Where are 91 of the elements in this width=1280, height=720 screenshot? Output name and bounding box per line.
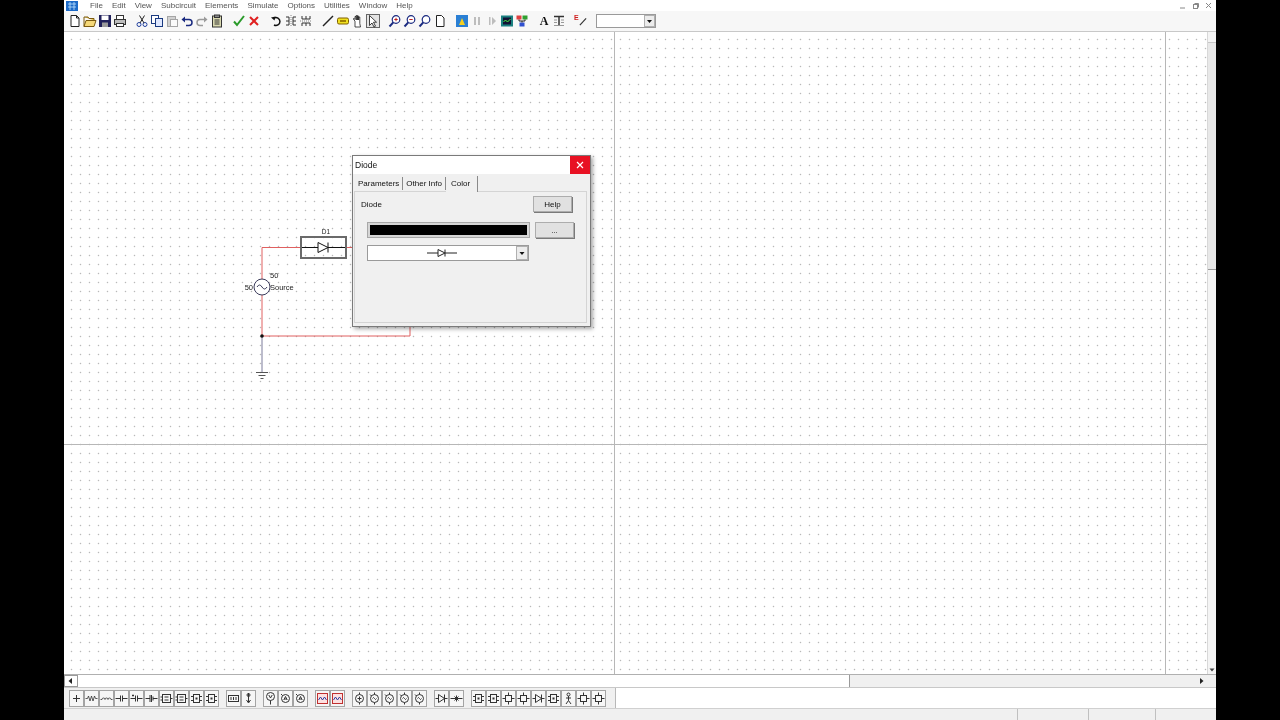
voltmeter-icon[interactable] <box>263 689 278 707</box>
junction-dot <box>260 334 264 338</box>
flip-horizontal-icon[interactable] <box>284 14 298 28</box>
vertical-scrollbar[interactable] <box>1207 32 1216 674</box>
pin-block-icon[interactable] <box>591 689 606 707</box>
text-tool-button[interactable]: A <box>537 14 551 28</box>
resistor-icon[interactable] <box>84 689 99 707</box>
copy-icon[interactable] <box>150 14 164 28</box>
close-icon[interactable] <box>1205 2 1212 9</box>
close-button[interactable] <box>570 156 590 174</box>
pointer-icon[interactable] <box>366 14 380 28</box>
menu-item[interactable]: Options <box>287 0 316 11</box>
flip-vertical-icon[interactable] <box>299 14 313 28</box>
meter-icon[interactable] <box>278 689 293 707</box>
menu-item[interactable]: Edit <box>111 0 126 11</box>
ground-symbol <box>255 372 269 379</box>
line-icon[interactable] <box>321 14 335 28</box>
monitor-icon[interactable] <box>500 14 514 28</box>
wide-block-icon[interactable] <box>226 689 241 707</box>
help-button[interactable]: Help <box>533 196 572 212</box>
zoom-in-icon[interactable] <box>388 14 402 28</box>
diode-icon <box>427 249 457 257</box>
wire <box>261 247 302 280</box>
dialog-title: Diode <box>354 160 379 170</box>
diode-icon[interactable] <box>434 689 449 707</box>
inductor-icon[interactable] <box>99 689 114 707</box>
page-icon[interactable] <box>433 14 447 28</box>
horizontal-scrollbar[interactable] <box>64 674 1216 687</box>
battery-icon[interactable] <box>144 689 159 707</box>
diode-symbol <box>300 236 347 259</box>
scrollbar-thumb[interactable] <box>1208 42 1216 270</box>
pencil-icon <box>578 17 587 26</box>
chip-icon[interactable] <box>546 689 561 707</box>
folder-icon[interactable] <box>83 14 97 28</box>
chip-icon[interactable] <box>204 689 219 707</box>
browse-button[interactable]: ... <box>535 222 574 238</box>
network-icon[interactable] <box>515 14 529 28</box>
pin-block-icon[interactable] <box>501 689 516 707</box>
ac-source-icon[interactable] <box>412 689 427 707</box>
undo-icon[interactable] <box>180 14 194 28</box>
menu-item[interactable]: Utilities <box>324 0 350 11</box>
text-lines-icon[interactable] <box>552 14 566 28</box>
waveform-icon[interactable] <box>315 689 330 707</box>
menu-item[interactable]: File <box>90 0 103 11</box>
close-icon <box>576 161 584 169</box>
zoom-out-icon[interactable] <box>403 14 417 28</box>
menu-item[interactable]: Help <box>396 0 413 11</box>
menu-item[interactable]: Window <box>358 0 388 11</box>
chip-icon[interactable] <box>471 689 486 707</box>
probe-icon[interactable] <box>241 689 256 707</box>
capacitor-icon[interactable] <box>114 689 129 707</box>
scrollbar-thumb[interactable] <box>78 675 850 687</box>
run-icon[interactable] <box>455 14 469 28</box>
clipboard-icon[interactable] <box>210 14 224 28</box>
block-icon[interactable] <box>174 689 189 707</box>
meter-icon[interactable] <box>293 689 308 707</box>
magnifier-icon[interactable] <box>418 14 432 28</box>
pin-block-icon[interactable] <box>516 689 531 707</box>
polar-capacitor-icon[interactable] <box>129 689 144 707</box>
app-icon <box>66 0 78 11</box>
tag-icon[interactable] <box>336 14 350 28</box>
ac-source-icon[interactable] <box>397 689 412 707</box>
tab[interactable]: Color <box>445 176 479 192</box>
restore-icon[interactable] <box>1192 2 1199 9</box>
diode-icon[interactable] <box>531 689 546 707</box>
down-arrow-icon[interactable] <box>1208 666 1216 674</box>
rotate-icon[interactable] <box>269 14 283 28</box>
ac-source-icon[interactable] <box>382 689 397 707</box>
block-icon[interactable] <box>159 689 174 707</box>
menu-item[interactable]: View <box>134 0 152 11</box>
menu-item[interactable]: Simulate <box>247 0 279 11</box>
cross-icon[interactable] <box>247 14 261 28</box>
scissors-icon[interactable] <box>135 14 149 28</box>
ac-source-icon[interactable] <box>367 689 382 707</box>
checkmark-icon[interactable] <box>232 14 246 28</box>
figure-icon[interactable] <box>561 689 576 707</box>
source-icon[interactable] <box>352 689 367 707</box>
pin-block-icon[interactable] <box>576 689 591 707</box>
waveform-icon[interactable] <box>330 689 345 707</box>
menu-item[interactable]: Subcircuit <box>160 0 196 11</box>
menu-item[interactable]: Elements <box>205 0 239 11</box>
printer-icon[interactable] <box>113 14 127 28</box>
chip-icon[interactable] <box>189 689 204 707</box>
tab[interactable]: Parameters <box>355 177 404 190</box>
chip-icon[interactable] <box>486 689 501 707</box>
tab[interactable]: Other Info <box>403 177 446 190</box>
new-file-icon[interactable] <box>68 14 82 28</box>
plus-icon[interactable] <box>69 689 84 707</box>
ac-source-symbol <box>253 278 271 296</box>
element-name: Diode <box>361 199 382 209</box>
wire <box>345 247 353 248</box>
